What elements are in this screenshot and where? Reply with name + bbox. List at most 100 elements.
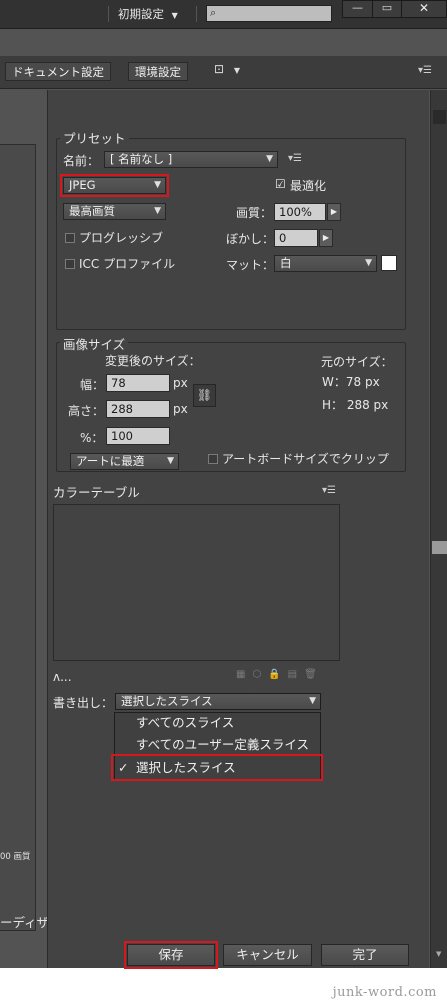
watermark-text: junk-word.com — [332, 985, 437, 1000]
search-icon: ⌕ — [210, 6, 217, 19]
restore-icon: ▭ — [381, 1, 393, 14]
arrow-right-icon: ▶ — [322, 233, 330, 242]
width-input[interactable]: 78 — [106, 374, 170, 392]
arrange-icon: ⊡ — [214, 62, 225, 76]
cancel-button[interactable]: キャンセル — [223, 944, 312, 966]
new-size-label: 変更後のサイズ： — [105, 354, 201, 368]
dither-label: ーディザ — [0, 915, 50, 930]
export-label: 書き出し： — [53, 696, 114, 710]
color-table-swatches[interactable] — [53, 504, 340, 661]
percent-label: %： — [80, 431, 104, 445]
panel-menu-icon[interactable]: ▾☰ — [418, 65, 432, 76]
file-format-value: JPEG — [69, 178, 96, 192]
blur-slider-button[interactable]: ▶ — [319, 229, 333, 247]
web-snap-icon[interactable]: ▦ — [236, 669, 252, 680]
clip-to-artboard-label: アートボードサイズでクリップ — [222, 452, 389, 466]
quality-label: 画質： — [236, 206, 273, 220]
width-label: 幅： — [80, 378, 105, 392]
matte-select[interactable]: 白 ▼ — [274, 255, 377, 272]
file-format-select[interactable]: JPEG ▼ — [60, 174, 169, 197]
color-table-title: カラーテーブル — [53, 485, 140, 500]
workspace-switcher[interactable]: 初期設定 ▼ — [118, 6, 178, 22]
clip-to-artboard-checkbox[interactable] — [208, 454, 218, 464]
minimize-button[interactable]: — — [342, 0, 373, 18]
progressive-label: プログレッシブ — [79, 231, 164, 245]
quality-slider-button[interactable]: ▶ — [327, 203, 341, 221]
chevron-down-icon: ▼ — [154, 180, 161, 190]
checkmark-icon: ☑ — [275, 177, 286, 191]
export-option-user-slices[interactable]: すべてのユーザー定義スライス — [114, 734, 320, 756]
resample-select[interactable]: アートに最適 ▼ — [70, 453, 179, 470]
trash-icon[interactable]: 🗑 — [304, 669, 324, 680]
document-settings-button[interactable]: ドキュメント設定 — [5, 62, 111, 81]
arrange-documents-button[interactable]: ⊡ ▼ — [214, 62, 240, 76]
lock-icon[interactable]: 🔒 — [268, 669, 287, 680]
blur-input[interactable]: 0 — [274, 229, 318, 247]
web-shift-icon[interactable]: ⬡ — [252, 669, 268, 680]
restore-button[interactable]: ▭ — [372, 0, 402, 18]
title-bar: 初期設定 ▼ ⌕ — ▭ ✕ — [0, 0, 447, 29]
optimize-label: 最適化 — [290, 179, 327, 193]
workspace-label: 初期設定 — [118, 7, 164, 21]
close-button[interactable]: ✕ — [401, 0, 447, 18]
color-table-tools: ▦⬡🔒▤🗑 — [236, 669, 324, 680]
blur-label: ぼかし： — [226, 232, 275, 246]
search-input[interactable]: ⌕ — [206, 5, 332, 22]
height-input[interactable]: 288 — [106, 400, 170, 418]
export-select[interactable]: 選択したスライス ▼ — [115, 693, 321, 710]
export-value: 選択したスライス — [121, 694, 213, 708]
preset-name-label: 名前： — [63, 154, 100, 168]
preset-menu-icon[interactable]: ▾☰ — [288, 153, 302, 164]
scroll-arrow-up[interactable] — [433, 110, 446, 124]
checkmark-icon: ✓ — [118, 760, 129, 775]
preset-title: プリセット — [60, 128, 129, 147]
width-unit: px — [173, 376, 188, 390]
quality-preset-select[interactable]: 最高画質 ▼ — [63, 203, 166, 220]
resample-value: アートに最適 — [76, 454, 145, 468]
percent-input[interactable]: 100 — [106, 427, 170, 445]
done-button[interactable]: 完了 — [321, 944, 409, 966]
chevron-down-icon: ▼ — [171, 11, 178, 20]
preset-name-select[interactable]: [ 名前なし ] ▼ — [104, 151, 278, 168]
chevron-down-icon: ▼ — [266, 154, 273, 164]
original-height: H： 288 px — [322, 398, 389, 412]
export-option-selected-slices[interactable]: ✓ 選択したスライス — [111, 754, 323, 781]
matte-color-swatch[interactable] — [381, 255, 397, 271]
color-count: ʌ... — [53, 670, 72, 684]
color-table-menu-icon[interactable]: ▾☰ — [322, 485, 336, 496]
progressive-checkbox[interactable] — [65, 233, 75, 243]
chevron-down-icon: ▼ — [167, 456, 174, 466]
settings-panel: プリセット 名前： [ 名前なし ] ▼ ▾☰ JPEG ▼ ☑ 最適化 最高画… — [47, 90, 429, 968]
divider — [196, 6, 197, 22]
icc-profile-label: ICC プロファイル — [79, 257, 176, 271]
scroll-thumb[interactable] — [432, 541, 447, 554]
export-option-all-slices[interactable]: すべてのスライス — [114, 712, 320, 734]
arrow-down-icon[interactable]: ▼ — [436, 950, 441, 958]
image-size-title: 画像サイズ — [60, 334, 129, 353]
preferences-button[interactable]: 環境設定 — [128, 62, 188, 81]
quality-input[interactable]: 100% — [274, 203, 326, 221]
preview-area: 00 画質 ーディザ — [0, 90, 50, 968]
icc-profile-checkbox[interactable] — [65, 259, 75, 269]
constrain-proportions-button[interactable]: ⛓ — [193, 384, 216, 407]
image-preview-pane — [0, 144, 36, 931]
minimize-icon: — — [352, 1, 363, 14]
original-size-label: 元のサイズ： — [321, 355, 393, 369]
chevron-down-icon: ▼ — [309, 696, 316, 706]
height-label: 高さ： — [68, 404, 105, 418]
preset-name-value: [ 名前なし ] — [110, 152, 173, 166]
preview-info-text: 00 画質 — [0, 852, 31, 862]
matte-label: マット： — [226, 258, 275, 272]
save-for-web-dialog: 初期設定 ▼ ⌕ — ▭ ✕ ドキュメント設定 環境設定 ⊡ ▼ ▾☰ 00 画… — [0, 0, 447, 969]
save-button[interactable]: 保存 — [124, 941, 218, 969]
optimize-checkbox[interactable]: ☑ — [275, 178, 287, 190]
height-unit: px — [173, 402, 188, 416]
control-toolbar: ドキュメント設定 環境設定 ⊡ ▼ ▾☰ — [0, 56, 447, 89]
divider — [108, 6, 109, 22]
chevron-down-icon: ▼ — [365, 258, 372, 268]
vertical-scrollbar[interactable]: ▼ — [430, 90, 447, 968]
original-width: W：78 px — [322, 375, 380, 389]
export-option-label: 選択したスライス — [136, 760, 236, 775]
new-color-icon[interactable]: ▤ — [288, 669, 304, 680]
close-icon: ✕ — [418, 1, 430, 15]
